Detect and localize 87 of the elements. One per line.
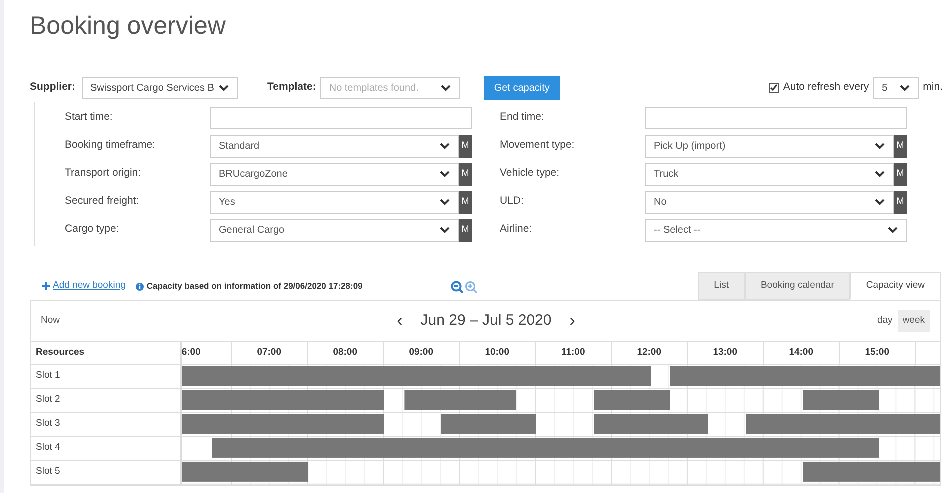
check-icon — [770, 84, 778, 92]
m-button[interactable]: M — [894, 162, 907, 186]
m-button[interactable]: M — [459, 134, 472, 158]
m-button[interactable]: M — [459, 218, 472, 242]
hour-label: 07:00 — [257, 346, 282, 360]
booking-bar[interactable] — [182, 462, 308, 482]
chevron-down-icon — [440, 226, 450, 234]
booking-bar[interactable] — [404, 390, 516, 410]
next-button[interactable]: › — [566, 308, 580, 334]
view-button[interactable]: day — [872, 310, 898, 332]
booking-bar[interactable] — [182, 390, 384, 410]
plus-icon — [42, 282, 50, 290]
field-label: Start time: — [65, 110, 114, 126]
date-range: Jun 29 – Jul 5 2020 — [420, 310, 552, 331]
field-label: Airline: — [500, 222, 534, 238]
dropdown[interactable]: Yes — [210, 190, 459, 214]
input-field[interactable] — [210, 107, 472, 129]
view-tab[interactable]: Capacity view — [850, 272, 941, 300]
dropdown[interactable]: Truck — [645, 162, 894, 186]
hour-label: 14:00 — [789, 346, 814, 360]
template-label: Template: — [268, 80, 316, 96]
hour-label: 10:00 — [485, 346, 510, 360]
m-button[interactable]: M — [894, 134, 907, 158]
auto-refresh-label: Auto refresh every — [783, 80, 870, 96]
booking-bar[interactable] — [594, 390, 670, 410]
auto-refresh-checkbox[interactable] — [769, 83, 780, 93]
booking-bar[interactable] — [803, 390, 879, 410]
resources-header: Resources — [31, 342, 182, 364]
dropdown[interactable]: Pick Up (import) — [645, 134, 894, 158]
slot-name: Slot 4 — [36, 441, 60, 456]
hour-label: 15:00 — [865, 346, 890, 360]
m-button[interactable]: M — [894, 190, 907, 214]
booking-bar[interactable] — [212, 438, 879, 458]
input-field[interactable] — [645, 107, 907, 129]
chevron-down-icon — [875, 198, 885, 206]
dropdown[interactable]: Standard — [210, 134, 459, 158]
chevron-down-icon — [218, 84, 229, 92]
dropdown[interactable]: -- Select -- — [645, 218, 907, 242]
field-label: Secured freight: — [65, 194, 140, 210]
hour-label: 13:00 — [713, 346, 738, 360]
field-label: End time: — [500, 110, 546, 126]
chevron-down-icon — [440, 170, 450, 178]
hour-label: 08:00 — [333, 346, 358, 360]
slot-name: Slot 5 — [36, 465, 60, 480]
view-tab[interactable]: Booking calendar — [744, 272, 850, 300]
field-label: Cargo type: — [65, 222, 120, 238]
chevron-down-icon — [440, 142, 450, 150]
m-button[interactable]: M — [459, 190, 472, 214]
chevron-down-icon — [888, 226, 898, 234]
field-label: Booking timeframe: — [65, 138, 156, 154]
interval-dropdown[interactable]: 5 — [873, 77, 920, 99]
supplier-dropdown[interactable]: Swissport Cargo Services B — [82, 77, 238, 99]
add-booking-link[interactable]: Add new booking — [42, 278, 126, 293]
slot-name: Slot 2 — [36, 393, 60, 408]
dropdown[interactable]: BRUcargoZone — [210, 162, 459, 186]
dropdown[interactable]: General Cargo — [210, 218, 459, 242]
chevron-down-icon — [900, 84, 910, 92]
field-label: Movement type: — [500, 138, 576, 154]
chevron-down-icon — [875, 142, 885, 150]
slot-name: Slot 3 — [36, 417, 60, 432]
view-button[interactable]: week — [898, 310, 930, 332]
booking-bar[interactable] — [670, 366, 940, 386]
chevron-down-icon — [875, 170, 885, 178]
now-button[interactable]: Now — [41, 314, 60, 328]
supplier-label: Supplier: — [30, 80, 76, 96]
booking-bar[interactable] — [803, 462, 940, 482]
previous-button[interactable]: ‹ — [393, 308, 407, 334]
field-label: Transport origin: — [65, 166, 142, 182]
field-label: ULD: — [500, 194, 525, 210]
hour-label: 12:00 — [637, 346, 662, 360]
chevron-down-icon — [441, 84, 452, 92]
m-button[interactable]: M — [459, 162, 472, 186]
unit-label: min. — [923, 80, 943, 96]
zoom-in-icon[interactable] — [464, 281, 478, 294]
zoom-out-icon[interactable] — [450, 281, 464, 294]
page-title: Booking overview — [30, 11, 227, 42]
dropdown[interactable]: No — [645, 190, 894, 214]
view-tab[interactable]: List — [698, 272, 745, 300]
hour-label: 09:00 — [409, 346, 434, 360]
field-label: Vehicle type: — [500, 166, 561, 182]
booking-bar[interactable] — [182, 366, 652, 386]
hour-label: 6:00 — [182, 346, 201, 360]
slot-name: Slot 1 — [36, 369, 60, 384]
info-icon — [136, 283, 144, 291]
chevron-down-icon — [440, 198, 450, 206]
capacity-info-text: Capacity based on information of 29/06/2020 17:28:09 — [146, 280, 363, 293]
hour-label: 11:00 — [561, 346, 586, 360]
